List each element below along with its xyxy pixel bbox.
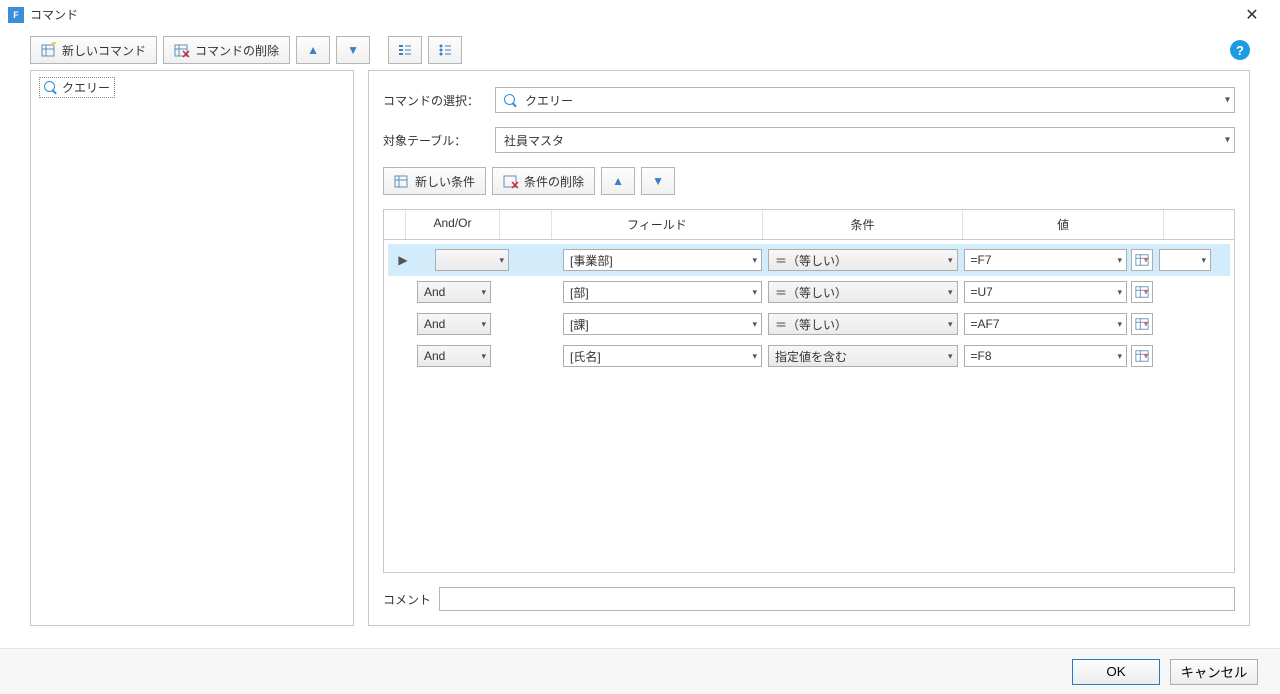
header-field: フィールド (552, 210, 763, 239)
command-select-dropdown[interactable]: クエリー ▾ (495, 87, 1235, 113)
move-up-button[interactable]: ▲ (296, 36, 330, 64)
new-command-button[interactable]: 新しいコマンド (30, 36, 157, 64)
window-title: コマンド (30, 6, 1232, 23)
header-value: 値 (963, 210, 1164, 239)
down-arrow-icon: ▼ (652, 174, 664, 188)
move-down-button[interactable]: ▼ (336, 36, 370, 64)
tree-item-label: クエリー (62, 79, 110, 96)
delete-condition-label: 条件の削除 (524, 173, 584, 190)
up-arrow-icon: ▲ (612, 174, 624, 188)
search-icon (44, 81, 57, 94)
command-tree: クエリー (30, 70, 354, 626)
delete-command-button[interactable]: コマンドの削除 (163, 36, 290, 64)
new-condition-icon (394, 173, 410, 189)
delete-condition-button[interactable]: 条件の削除 (492, 167, 595, 195)
field-dropdown[interactable]: [課]▾ (563, 313, 762, 335)
expand-icon (437, 42, 453, 58)
expand-button[interactable] (428, 36, 462, 64)
andor-dropdown[interactable]: ▾ (435, 249, 509, 271)
value-dropdown[interactable]: =F8▾ (964, 345, 1128, 367)
down-arrow-icon: ▼ (347, 43, 359, 57)
condition-dropdown[interactable]: 指定値を含む▾ (768, 345, 958, 367)
extra-dropdown[interactable]: ▾ (1159, 249, 1211, 271)
new-condition-button[interactable]: 新しい条件 (383, 167, 486, 195)
target-table-dropdown[interactable]: 社員マスタ ▾ (495, 127, 1235, 153)
header-cond: 条件 (763, 210, 964, 239)
cond-move-down-button[interactable]: ▼ (641, 167, 675, 195)
delete-command-icon (174, 42, 190, 58)
fx-button[interactable] (1131, 281, 1153, 303)
andor-dropdown[interactable]: And▾ (417, 313, 491, 335)
andor-dropdown[interactable]: And▾ (417, 345, 491, 367)
field-dropdown[interactable]: [事業部]▾ (563, 249, 762, 271)
condition-row[interactable]: And▾ [課]▾ ＝（等しい）▾ =AF7▾ (388, 308, 1230, 340)
delete-command-label: コマンドの削除 (195, 42, 279, 59)
close-button[interactable]: ✕ (1232, 0, 1272, 30)
condition-row[interactable]: ▶ ▾ [事業部]▾ ＝（等しい）▾ =F7▾ ▾ (388, 244, 1230, 276)
delete-condition-icon (503, 173, 519, 189)
field-dropdown[interactable]: [氏名]▾ (563, 345, 762, 367)
chevron-down-icon: ▾ (1225, 95, 1230, 106)
ok-button[interactable]: OK (1072, 659, 1160, 685)
cancel-button[interactable]: キャンセル (1170, 659, 1258, 685)
grid-header: And/Or フィールド 条件 値 (384, 210, 1234, 240)
command-select-label: コマンドの選択： (383, 92, 495, 109)
collapse-icon (397, 42, 413, 58)
app-icon: F (8, 7, 24, 23)
new-command-label: 新しいコマンド (62, 42, 146, 59)
condition-row[interactable]: And▾ [部]▾ ＝（等しい）▾ =U7▾ (388, 276, 1230, 308)
collapse-button[interactable] (388, 36, 422, 64)
condition-dropdown[interactable]: ＝（等しい）▾ (768, 313, 958, 335)
tree-item-query[interactable]: クエリー (39, 77, 115, 98)
fx-button[interactable] (1131, 345, 1153, 367)
help-button[interactable]: ? (1230, 40, 1250, 60)
value-dropdown[interactable]: =F7▾ (964, 249, 1128, 271)
andor-dropdown[interactable]: And▾ (417, 281, 491, 303)
header-andor: And/Or (406, 210, 500, 239)
fx-button[interactable] (1131, 313, 1153, 335)
command-select-value: クエリー (525, 92, 573, 109)
value-dropdown[interactable]: =AF7▾ (964, 313, 1128, 335)
target-table-value: 社員マスタ (504, 132, 564, 149)
new-command-icon (41, 42, 57, 58)
chevron-down-icon: ▾ (1225, 135, 1230, 146)
field-dropdown[interactable]: [部]▾ (563, 281, 762, 303)
comment-label: コメント (383, 591, 439, 608)
new-condition-label: 新しい条件 (415, 173, 475, 190)
condition-dropdown[interactable]: ＝（等しい）▾ (768, 281, 958, 303)
fx-button[interactable] (1131, 249, 1153, 271)
up-arrow-icon: ▲ (307, 43, 319, 57)
cond-move-up-button[interactable]: ▲ (601, 167, 635, 195)
target-table-label: 対象テーブル： (383, 132, 495, 149)
row-handle: ▶ (392, 253, 414, 267)
value-dropdown[interactable]: =U7▾ (964, 281, 1128, 303)
comment-input[interactable] (439, 587, 1235, 611)
condition-row[interactable]: And▾ [氏名]▾ 指定値を含む▾ =F8▾ (388, 340, 1230, 372)
search-icon (504, 94, 517, 107)
condition-dropdown[interactable]: ＝（等しい）▾ (768, 249, 958, 271)
